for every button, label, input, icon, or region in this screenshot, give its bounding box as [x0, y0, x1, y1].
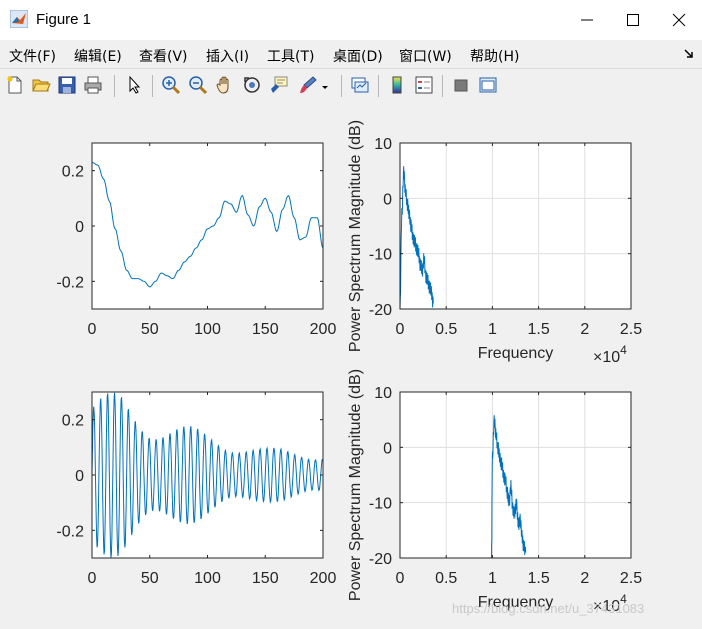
select-arrow-icon[interactable] — [124, 75, 144, 95]
figure-canvas[interactable]: 0 50 100 150 200 -0.2 0 0.2 0 0.5 1 1.5 2 2.5 -20 -10 0 1… — [0, 103, 702, 629]
print-icon[interactable] — [83, 75, 103, 95]
new-figure-icon[interactable] — [5, 75, 25, 95]
minimize-button[interactable] — [564, 0, 610, 40]
menu-insert[interactable]: 插入(I) — [206, 46, 249, 66]
colorbar-icon[interactable] — [387, 75, 407, 95]
subplot-3: 0 50 100 150 200 -0.2 0 0.2 — [56, 391, 337, 587]
x-tick-label: 100 — [194, 570, 221, 587]
x-tick-label: 0.5 — [435, 570, 457, 587]
zoom-in-icon[interactable] — [161, 75, 181, 95]
save-icon[interactable] — [57, 75, 77, 95]
y-tick-label: 10 — [374, 136, 392, 153]
axes-background — [400, 143, 631, 309]
pan-hand-icon[interactable] — [215, 75, 235, 95]
x-tick-label: 150 — [252, 570, 279, 587]
hide-plot-tools-icon[interactable] — [451, 75, 471, 95]
close-button[interactable] — [656, 0, 702, 40]
toolbar-separator — [442, 75, 443, 97]
x-tick-label: 100 — [194, 321, 221, 338]
zoom-out-icon[interactable] — [188, 75, 208, 95]
y-tick-label: -20 — [369, 302, 392, 319]
x-tick-label: 0 — [88, 321, 97, 338]
x-tick-label: 2.5 — [620, 321, 642, 338]
x-axis-label: Frequency — [478, 345, 554, 362]
maximize-button[interactable] — [610, 0, 656, 40]
menu-bar: 文件(F) 编辑(E) 查看(V) 插入(I) 工具(T) 桌面(D) 窗口(W… — [0, 40, 702, 68]
figure-toolbar — [0, 68, 702, 104]
x-tick-label: 0 — [396, 321, 405, 338]
menu-edit[interactable]: 编辑(E) — [74, 46, 122, 66]
link-plot-icon[interactable] — [350, 75, 370, 95]
open-file-icon[interactable] — [31, 75, 51, 95]
window-title: Figure 1 — [36, 11, 92, 28]
data-cursor-icon[interactable] — [269, 75, 289, 95]
y-tick-label: 10 — [374, 385, 392, 402]
menu-window[interactable]: 窗口(W) — [399, 46, 452, 66]
x-tick-label: 150 — [252, 321, 279, 338]
y-axis-label: Power Spectrum Magnitude (dB) — [347, 120, 364, 352]
x-tick-label: 50 — [141, 321, 159, 338]
y-tick-label: -20 — [369, 551, 392, 568]
y-tick-label: 0 — [383, 191, 392, 208]
x-multiplier-label: ×104 — [593, 343, 627, 366]
y-tick-label: -0.2 — [56, 274, 84, 291]
axes-background — [400, 392, 631, 558]
toolbar-separator — [378, 75, 379, 97]
brush-dropdown-icon[interactable] — [319, 75, 331, 95]
toolbar-separator — [152, 75, 153, 97]
show-plot-tools-icon[interactable] — [478, 75, 498, 95]
matlab-logo-icon — [10, 10, 28, 28]
title-bar: Figure 1 — [0, 0, 702, 40]
y-tick-label: 0 — [75, 219, 84, 236]
x-tick-label: 1 — [488, 570, 497, 587]
x-tick-label: 0 — [396, 570, 405, 587]
menu-help[interactable]: 帮助(H) — [470, 46, 519, 66]
y-tick-label: 0.2 — [62, 413, 84, 430]
x-tick-label: 1.5 — [527, 321, 549, 338]
x-tick-label: 200 — [310, 570, 337, 587]
subplot-2: 0 0.5 1 1.5 2 2.5 -20 -10 0 10 Frequency Power Spec… — [347, 120, 642, 366]
subplot-4: 0 0.5 1 1.5 2 2.5-20-10010FrequencyPower Spec… — [347, 369, 642, 615]
x-tick-label: 2 — [580, 570, 589, 587]
subplots-svg: 0 50 100 150 200-0.200.20 0.5 1 1.5 2 2.5-20-1001… — [56, 120, 642, 615]
minimize-icon — [581, 19, 593, 21]
close-icon — [672, 13, 686, 27]
x-tick-label: 50 — [141, 570, 159, 587]
maximize-icon — [627, 14, 639, 26]
toolbar-separator — [341, 75, 342, 97]
axes-background — [92, 143, 323, 309]
x-tick-label: 2 — [580, 321, 589, 338]
y-tick-label: -10 — [369, 247, 392, 264]
y-tick-label: -0.2 — [56, 523, 84, 540]
rotate-3d-icon[interactable] — [242, 75, 262, 95]
x-tick-label: 200 — [310, 321, 337, 338]
menu-tools[interactable]: 工具(T) — [267, 46, 314, 66]
watermark-text: https://blog.csdn.net/u_37431083 — [452, 601, 645, 616]
x-tick-label: 1.5 — [527, 570, 549, 587]
y-tick-label: 0 — [75, 468, 84, 485]
y-axis-label: Power Spectrum Magnitude (dB) — [347, 369, 364, 601]
x-multiplier-exponent: 4 — [620, 343, 627, 357]
x-tick-label: 2.5 — [620, 570, 642, 587]
x-tick-label: 1 — [488, 321, 497, 338]
menu-file[interactable]: 文件(F) — [9, 46, 56, 66]
brush-icon[interactable] — [298, 75, 318, 95]
menu-view[interactable]: 查看(V) — [139, 46, 188, 66]
x-tick-label: 0.5 — [435, 321, 457, 338]
y-tick-label: -10 — [369, 496, 392, 513]
legend-icon[interactable] — [414, 75, 434, 95]
menu-desktop[interactable]: 桌面(D) — [333, 46, 383, 66]
y-tick-label: 0.2 — [62, 164, 84, 181]
subplot-1: 0 50 100 150 200 -0.2 0 0.2 — [56, 142, 337, 338]
toolbar-separator — [114, 75, 115, 97]
x-tick-label: 0 — [88, 570, 97, 587]
y-tick-label: 0 — [383, 440, 392, 457]
dock-arrow-icon[interactable] — [684, 49, 694, 59]
